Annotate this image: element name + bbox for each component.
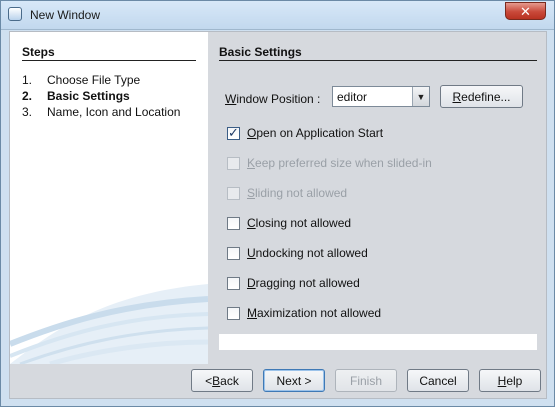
option-label: Maximization not allowed — [247, 306, 382, 320]
decorative-swoosh-graphic — [10, 284, 208, 364]
redefine-button[interactable]: Redefine... — [440, 85, 523, 108]
close-button[interactable]: ✕ — [505, 2, 546, 20]
window-position-value: editor — [337, 90, 368, 104]
option-sliding-not-allowed: Sliding not allowed — [227, 186, 347, 200]
step-label: Name, Icon and Location — [47, 105, 181, 119]
option-undocking-not-allowed[interactable]: Undocking not allowed — [227, 246, 368, 260]
finish-button: Finish — [335, 369, 397, 392]
wizard-content: Steps 1. Choose File Type 2. Basic Setting… — [9, 31, 547, 399]
step-name-icon-location: 3. Name, Icon and Location — [22, 105, 180, 119]
step-number: 1. — [22, 73, 33, 87]
option-maximization-not-allowed[interactable]: Maximization not allowed — [227, 306, 381, 320]
back-button[interactable]: < Back — [191, 369, 253, 392]
steps-panel: Steps 1. Choose File Type 2. Basic Setting… — [10, 32, 208, 364]
option-dragging-not-allowed[interactable]: Dragging not allowed — [227, 276, 360, 290]
option-label: Dragging not allowed — [247, 276, 360, 290]
chevron-down-icon[interactable]: ▼ — [412, 87, 429, 106]
step-choose-file-type: 1. Choose File Type — [22, 73, 140, 87]
step-label: Basic Settings — [47, 89, 130, 103]
option-label: Open on Application Start — [247, 126, 384, 140]
option-label: Sliding not allowed — [247, 186, 348, 200]
step-basic-settings: 2. Basic Settings — [22, 89, 130, 103]
step-label: Choose File Type — [47, 73, 141, 87]
step-number: 2. — [22, 89, 33, 103]
option-closing-not-allowed[interactable]: Closing not allowed — [227, 216, 351, 230]
message-area — [219, 334, 537, 350]
cancel-button[interactable]: Cancel — [407, 369, 469, 392]
basic-settings-panel: Basic Settings Window Position : editor … — [208, 32, 546, 364]
checkbox[interactable] — [227, 125, 240, 141]
title-bar[interactable]: New Window ✕ — [1, 1, 554, 30]
checkbox[interactable] — [227, 276, 240, 290]
window-position-label: Window Position : — [225, 92, 321, 106]
checkbox[interactable] — [227, 246, 240, 260]
button-bar: < Back Next > Finish Cancel Help — [10, 364, 546, 398]
new-window-dialog: New Window ✕ Steps 1. Choose File Type 2.… — [0, 0, 555, 407]
option-label: Closing not allowed — [247, 216, 352, 230]
checkbox[interactable] — [227, 306, 240, 320]
section-divider — [219, 60, 537, 61]
help-button[interactable]: Help — [479, 369, 541, 392]
steps-title: Steps — [22, 45, 55, 59]
window-position-combo[interactable]: editor ▼ — [332, 86, 430, 107]
window-title: New Window — [30, 8, 101, 22]
checkbox[interactable] — [227, 216, 240, 230]
app-icon — [8, 7, 22, 21]
step-number: 3. — [22, 105, 33, 119]
option-keep-preferred-size: Keep preferred size when slided-in — [227, 156, 432, 170]
checkbox — [227, 156, 240, 170]
section-title: Basic Settings — [219, 45, 302, 59]
option-label: Undocking not allowed — [247, 246, 368, 260]
option-label: Keep preferred size when slided-in — [247, 156, 432, 170]
option-open-on-start[interactable]: Open on Application Start — [227, 125, 384, 141]
close-icon: ✕ — [520, 3, 531, 19]
steps-divider — [22, 60, 196, 61]
next-button[interactable]: Next > — [263, 369, 325, 392]
checkbox — [227, 186, 240, 200]
